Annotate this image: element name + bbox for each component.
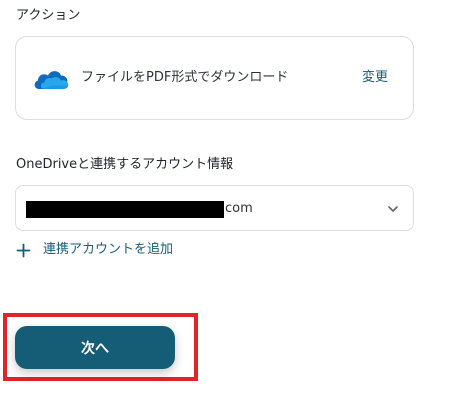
add-account-label: 連携アカウントを追加 [43,242,174,257]
change-action-link[interactable]: 変更 [362,69,388,87]
action-card: ファイルをPDF形式でダウンロード 変更 [15,36,414,120]
onedrive-icon [34,71,69,89]
chevron-down-icon [388,206,398,212]
account-select[interactable]: com [15,185,414,231]
redacted-account-name [26,200,224,218]
action-section-title: アクション [16,8,81,23]
plus-icon [16,243,31,257]
next-button[interactable]: 次へ [15,326,175,369]
account-select-value: com [26,200,253,218]
action-name: ファイルをPDF形式でダウンロード [81,70,289,85]
account-email-suffix: com [225,201,253,216]
account-section-title: OneDriveと連携するアカウント情報 [16,157,234,172]
add-account-button[interactable]: 連携アカウントを追加 [16,240,173,260]
